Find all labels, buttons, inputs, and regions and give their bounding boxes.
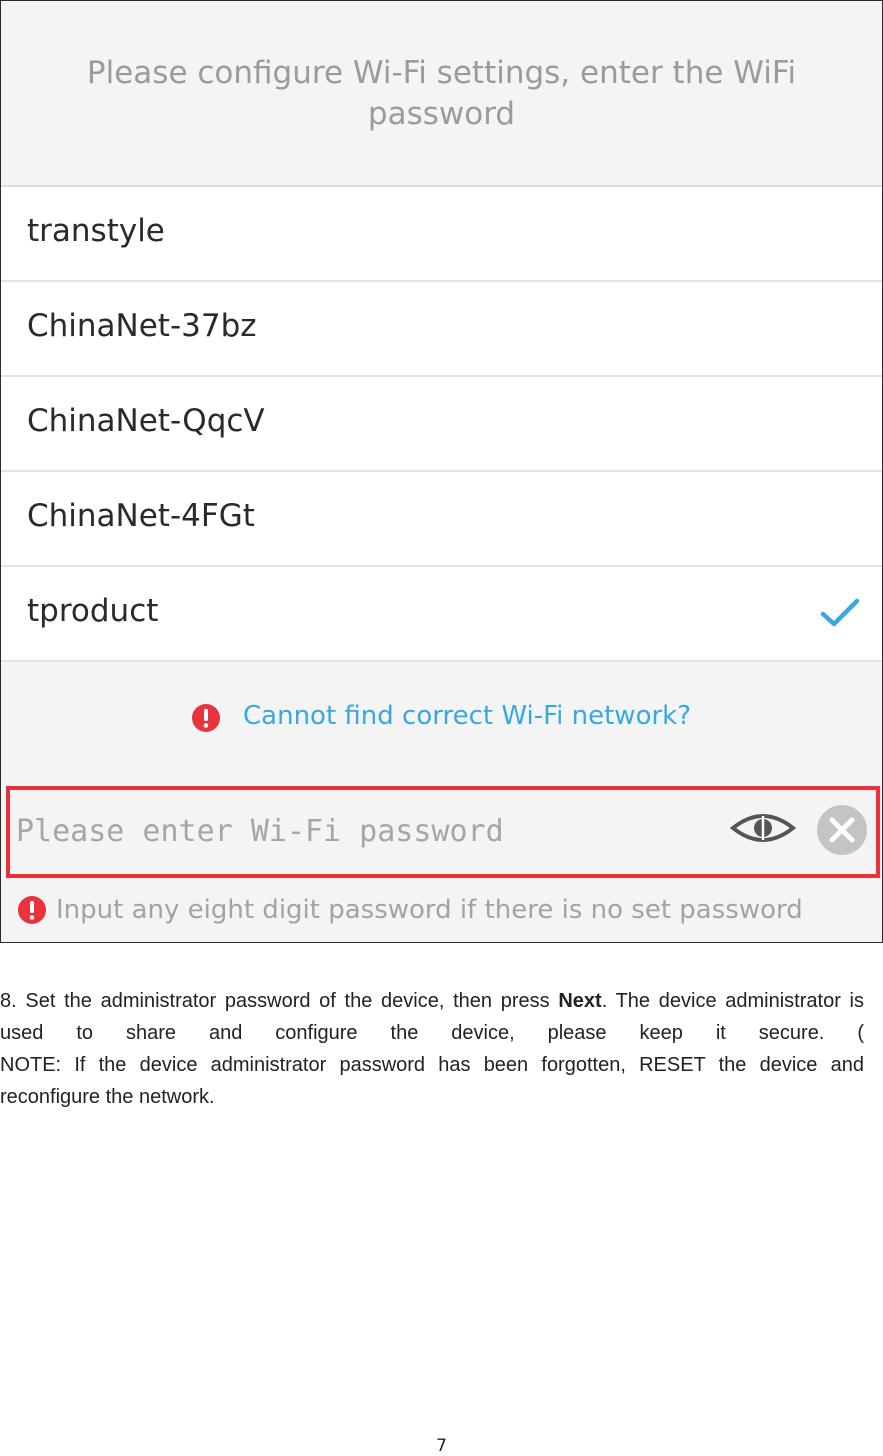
eye-icon[interactable] bbox=[730, 806, 796, 850]
cant-find-network-link[interactable]: Cannot find correct Wi-Fi network? bbox=[1, 687, 882, 747]
network-name: transtyle bbox=[27, 213, 165, 249]
page-number: 7 bbox=[436, 1436, 447, 1456]
network-item[interactable]: transtyle bbox=[1, 187, 882, 282]
cant-find-network-label: Cannot find correct Wi-Fi network? bbox=[243, 701, 692, 731]
wifi-password-input[interactable] bbox=[14, 804, 698, 858]
password-field-container bbox=[6, 786, 880, 878]
step-number: 8. bbox=[0, 990, 17, 1012]
network-name: tproduct bbox=[27, 593, 159, 629]
network-item-selected[interactable]: tproduct bbox=[1, 567, 882, 662]
check-icon bbox=[820, 598, 860, 627]
alert-icon bbox=[192, 704, 220, 732]
next-keyword: Next bbox=[558, 990, 602, 1012]
header-title: Please configure Wi-Fi settings, enter t… bbox=[86, 55, 797, 132]
note-text: NOTE: If the device administrator passwo… bbox=[0, 1054, 864, 1108]
network-name: ChinaNet-QqcV bbox=[27, 403, 265, 439]
instruction-text: 8. Set the administrator password of the… bbox=[0, 985, 864, 1113]
password-hint: Input any eight digit password if there … bbox=[1, 889, 882, 933]
network-name: ChinaNet-37bz bbox=[27, 308, 257, 344]
wifi-network-list: transtyle ChinaNet-37bz ChinaNet-QqcV Ch… bbox=[1, 187, 882, 662]
network-name: ChinaNet-4FGt bbox=[27, 498, 255, 534]
hint-text: Input any eight digit password if there … bbox=[56, 895, 803, 925]
step-8-line-1: 8. Set the administrator password of the… bbox=[0, 985, 864, 1049]
step-text: Set the administrator password of the de… bbox=[25, 990, 550, 1012]
clear-icon[interactable] bbox=[816, 804, 868, 856]
network-item[interactable]: ChinaNet-QqcV bbox=[1, 377, 882, 472]
network-item[interactable]: ChinaNet-37bz bbox=[1, 282, 882, 377]
wifi-settings-header: Please configure Wi-Fi settings, enter t… bbox=[1, 1, 882, 187]
phone-screenshot: Please configure Wi-Fi settings, enter t… bbox=[0, 0, 883, 943]
alert-icon bbox=[18, 896, 46, 924]
network-item[interactable]: ChinaNet-4FGt bbox=[1, 472, 882, 567]
